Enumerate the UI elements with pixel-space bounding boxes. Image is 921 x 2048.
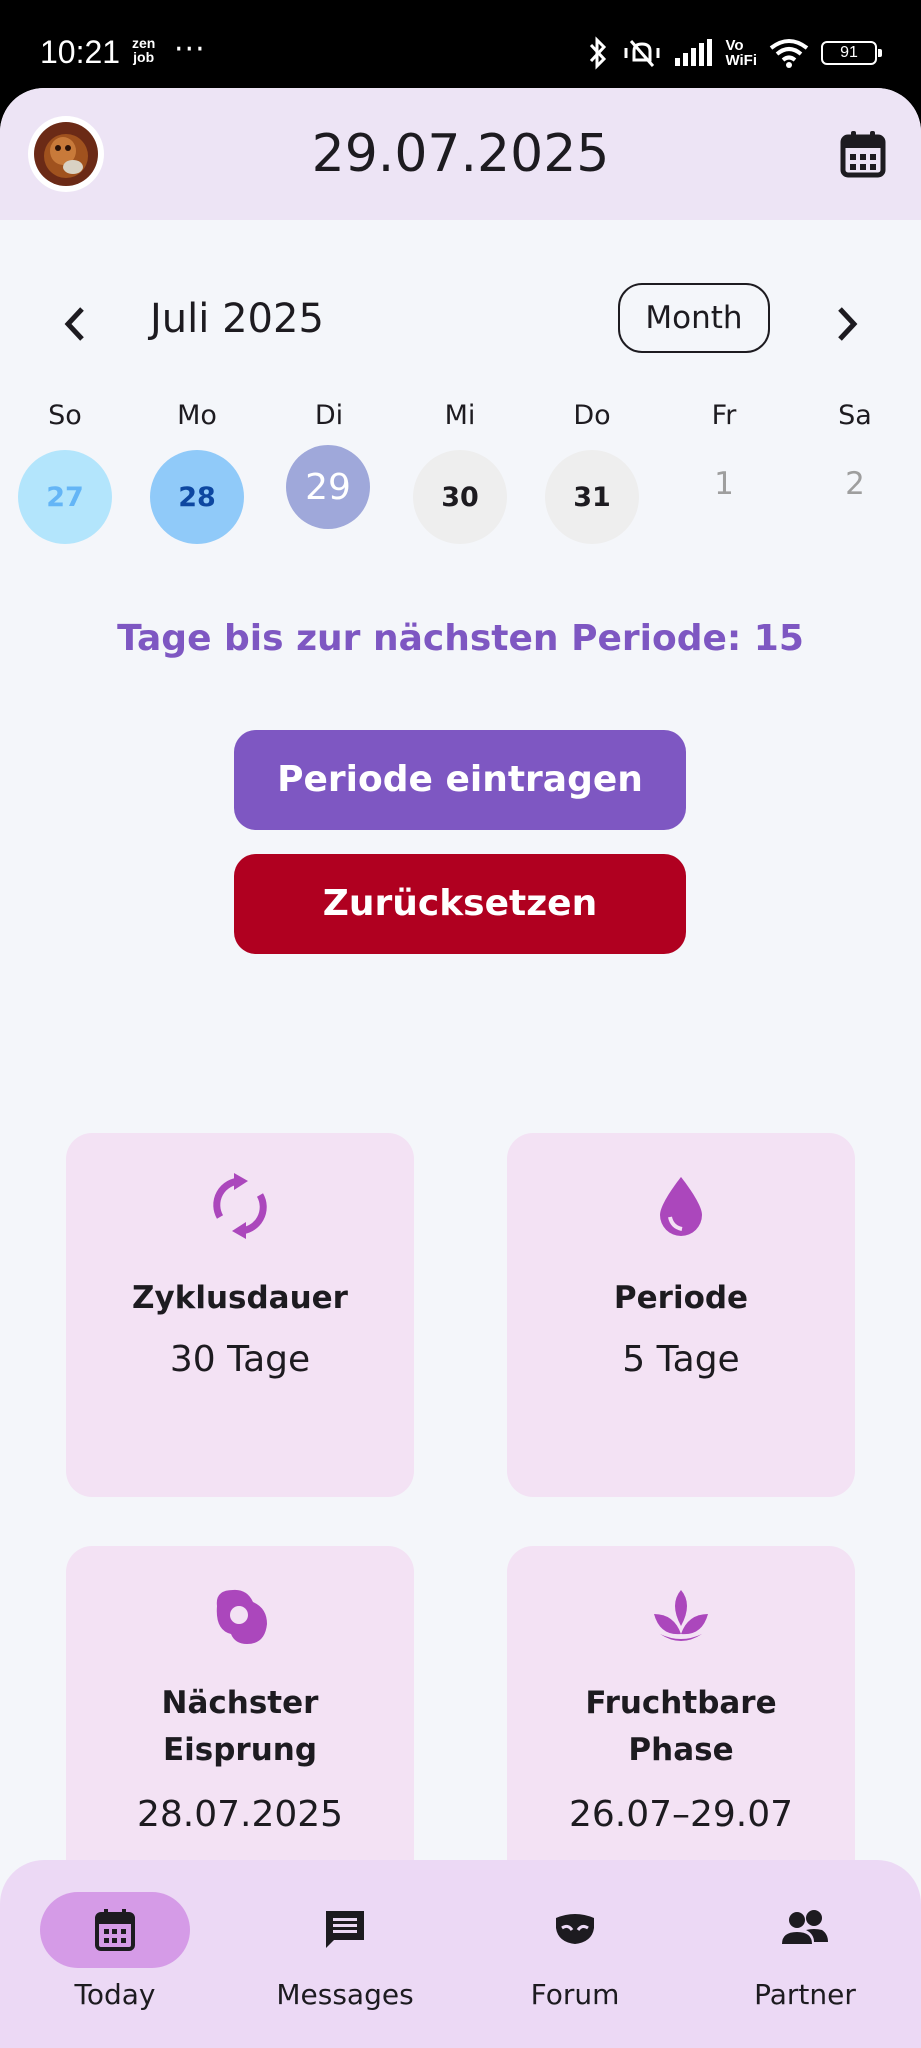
weekday-do: Do [573, 400, 611, 431]
vowifi-bottom: WiFi [725, 52, 757, 69]
card-value: 30 Tage [169, 1339, 311, 1380]
card-title: Fruchtbare Phase [507, 1680, 855, 1774]
zenjob-notification-icon: zen job [132, 36, 155, 64]
app-header: 29.07.2025 [0, 88, 921, 220]
next-period-countdown: Tage bis zur nächsten Periode: 15 [117, 618, 804, 659]
calendar-month-label: Juli 2025 [150, 296, 324, 342]
lotus-icon-wrap [507, 1586, 855, 1652]
calendar-today-icon [95, 1909, 135, 1951]
log-period-button[interactable]: Periode eintragen [234, 730, 686, 830]
card-value: 5 Tage [622, 1339, 740, 1380]
month-view-button[interactable]: Month [618, 283, 770, 353]
status-icons: Vo WiFi 91 [585, 32, 882, 74]
nav-icon-wrap [460, 1908, 690, 1954]
mute-vibrate-icon [624, 40, 660, 67]
day-30[interactable]: 30 [413, 450, 507, 544]
lotus-icon [654, 1590, 708, 1641]
nav-today[interactable]: Today [0, 1860, 230, 2048]
signal-icon [675, 39, 713, 66]
nav-icon-wrap [690, 1908, 920, 1954]
card-value: 26.07–29.07 [568, 1794, 794, 1835]
weekday-so: So [48, 400, 82, 431]
people-icon [782, 1910, 828, 1944]
fertile-window-card[interactable]: Fruchtbare Phase 26.07–29.07 [507, 1546, 855, 1910]
app-screen: 29.07.2025 Juli 2025 Month So Mo Di Mi D… [0, 88, 921, 2048]
zenjob-top: zen [132, 35, 156, 51]
vowifi-top: Vo [725, 37, 744, 54]
period-length-card[interactable]: Periode 5 Tage [507, 1133, 855, 1497]
status-time: 10:21 [40, 34, 121, 70]
card-title: Nächster Eisprung [66, 1680, 414, 1774]
weekday-mi: Mi [444, 400, 476, 431]
day-29-selected[interactable]: 29 [286, 445, 370, 529]
drop-icon [660, 1177, 702, 1236]
zenjob-bottom: job [133, 49, 155, 65]
egg-icon [216, 1589, 267, 1644]
day-2[interactable]: 2 [810, 466, 900, 502]
bluetooth-icon [590, 36, 607, 70]
card-title-line: Phase [628, 1732, 734, 1768]
weekday-di: Di [314, 400, 344, 431]
drop-icon-wrap [507, 1173, 855, 1239]
card-title-line: Eisprung [162, 1732, 318, 1768]
egg-icon-wrap [66, 1586, 414, 1652]
chevron-right-icon[interactable] [832, 303, 862, 345]
card-value: 28.07.2025 [136, 1794, 344, 1835]
card-title: Periode [613, 1280, 749, 1316]
vowifi-icon: Vo WiFi [725, 38, 757, 68]
bottom-navigation: Today Messages Forum Partner [0, 1860, 921, 2048]
card-title-line: Fruchtbare [585, 1685, 777, 1721]
nav-partner[interactable]: Partner [690, 1860, 920, 2048]
day-1[interactable]: 1 [679, 466, 769, 502]
day-31[interactable]: 31 [545, 450, 639, 544]
nav-label: Partner [754, 1978, 856, 2011]
nav-label: Messages [276, 1978, 414, 2011]
message-icon [326, 1911, 364, 1948]
chevron-left-icon[interactable] [60, 303, 90, 345]
nav-forum[interactable]: Forum [460, 1860, 690, 2048]
header-date: 29.07.2025 [311, 124, 610, 184]
reset-button[interactable]: Zurücksetzen [234, 854, 686, 954]
battery-icon: 91 [821, 41, 882, 65]
nav-label: Today [74, 1978, 156, 2011]
nav-label: Forum [530, 1978, 620, 2011]
mask-icon [556, 1914, 594, 1944]
cycle-length-card[interactable]: Zyklusdauer 30 Tage [66, 1133, 414, 1497]
next-ovulation-card[interactable]: Nächster Eisprung 28.07.2025 [66, 1546, 414, 1910]
nav-icon-wrap [230, 1908, 460, 1954]
calendar-icon[interactable] [840, 130, 886, 178]
card-title-line: Nächster [161, 1685, 319, 1721]
cycle-icon-wrap [66, 1173, 414, 1239]
day-28[interactable]: 28 [150, 450, 244, 544]
day-27[interactable]: 27 [18, 450, 112, 544]
cycle-icon [213, 1173, 267, 1239]
nav-icon-wrap [0, 1908, 230, 1954]
weekday-mo: Mo [177, 400, 217, 431]
status-bar: 10:21 zen job ··· Vo WiFi 91 [0, 0, 921, 90]
wifi-icon [769, 39, 809, 68]
nav-messages[interactable]: Messages [230, 1860, 460, 2048]
weekday-fr: Fr [711, 400, 737, 431]
weekday-sa: Sa [838, 400, 872, 431]
more-notifications-icon: ··· [174, 32, 206, 67]
card-title: Zyklusdauer [132, 1280, 348, 1316]
